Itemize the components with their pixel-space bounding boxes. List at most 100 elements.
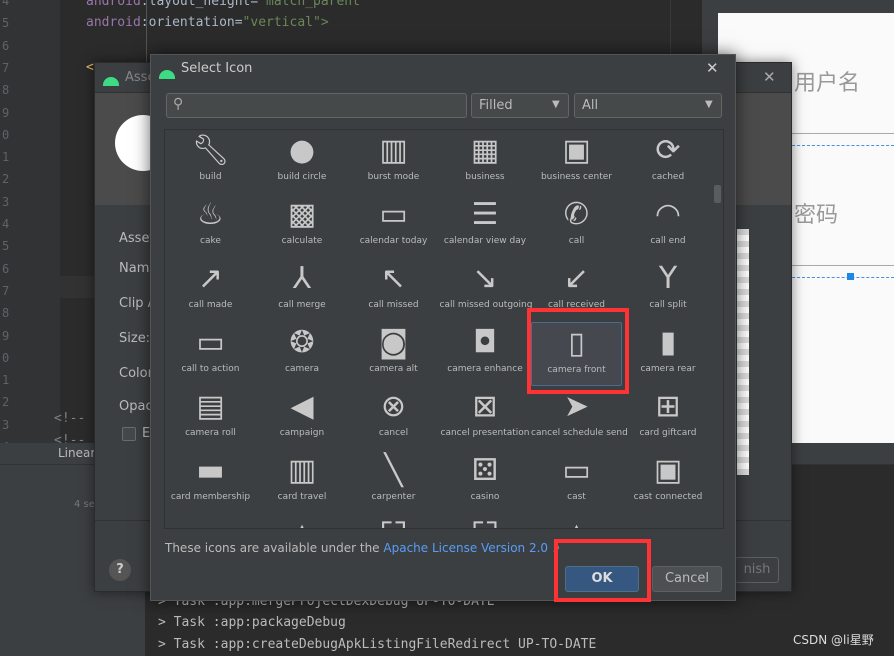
icon-cell[interactable]: ▭ call to action xyxy=(165,322,256,386)
icon-cell[interactable]: ▬ xyxy=(623,514,714,528)
cached-icon: ⟳ xyxy=(655,133,681,168)
icon-cell[interactable]: ▬ card membership xyxy=(165,450,256,514)
carpenter-icon: ╲ xyxy=(384,453,403,488)
resize-handle[interactable] xyxy=(847,273,854,280)
android-icon xyxy=(103,71,119,90)
code-line[interactable]: android:orientation="vertical"> xyxy=(86,15,329,30)
icon-cell[interactable]: ↘ call missed outgoing xyxy=(440,258,533,322)
breadcrumb-linear[interactable]: Linear xyxy=(58,446,95,460)
watermark: CSDN @li星野 xyxy=(793,633,874,647)
icon-cell[interactable]: ⊗ cancel xyxy=(348,386,439,450)
icon-grid[interactable]: 🔧︎ build ● build circle ▥ burst mode ▦ business… xyxy=(164,129,724,529)
card-travel-icon: ▥ xyxy=(287,453,317,488)
icon-cell[interactable]: Ycall split xyxy=(623,258,714,322)
style-dropdown[interactable]: Filled ▼ xyxy=(471,93,569,118)
close-icon[interactable]: ✕ xyxy=(763,68,776,86)
icon-cell[interactable]: 🔧︎ build xyxy=(165,130,256,194)
icon-cell[interactable]: ▩ calculate xyxy=(257,194,348,258)
icon-cell[interactable]: ☰ calendar view day xyxy=(440,194,531,258)
partial-icon: ▬ xyxy=(623,516,714,528)
icon-label: card travel xyxy=(277,492,327,502)
username-hint: 用户名 xyxy=(794,71,861,96)
icon-cell[interactable]: ▭ calendar today xyxy=(348,194,439,258)
license-link[interactable]: Apache License Version 2.0 xyxy=(383,541,548,555)
line-number: 3 xyxy=(2,194,10,209)
icon-label: cancel presentation xyxy=(440,428,530,438)
chevron-down-icon: ▼ xyxy=(552,99,560,110)
icon-cell[interactable]: ◀ campaign xyxy=(257,386,348,450)
icon-cell[interactable]: ↗ call made xyxy=(165,258,256,322)
line-number: 9 xyxy=(2,328,10,343)
icon-cell[interactable]: ⊞ card giftcard xyxy=(623,386,714,450)
icon-cell[interactable]: ◙ camera alt xyxy=(348,322,439,386)
icon-label: cast xyxy=(567,492,586,502)
icon-cell[interactable]: ▣ business center xyxy=(531,130,622,194)
icon-label: camera enhance xyxy=(447,364,523,374)
category-dropdown[interactable]: All ▼ xyxy=(574,93,722,118)
icon-cell[interactable]: ⊠ cancel presentation xyxy=(440,386,531,450)
icon-cell[interactable]: ▥ burst mode xyxy=(348,130,439,194)
icon-cell[interactable]: ⌜⌝ xyxy=(348,514,439,528)
icon-label: cancel xyxy=(378,428,409,438)
icon-cell[interactable]: ▣ cast connected xyxy=(623,450,714,514)
icon-cell[interactable]: ⟳ cached xyxy=(623,130,714,194)
business-center-icon: ▣ xyxy=(562,133,591,168)
help-button[interactable]: ? xyxy=(109,559,131,581)
icon-cell[interactable]: ⅄ call merge xyxy=(257,258,348,322)
icon-cell[interactable]: ▤ camera roll xyxy=(165,386,256,450)
partial-icon: ▭ xyxy=(165,516,256,528)
enable-checkbox[interactable] xyxy=(122,427,136,441)
icon-label: calculate xyxy=(281,236,323,246)
icon-cell[interactable]: ▲ xyxy=(257,514,348,528)
icon-cell[interactable]: ➤ cancel schedule send xyxy=(531,386,628,450)
icon-label: business center xyxy=(540,172,613,182)
scrollbar-thumb[interactable] xyxy=(714,185,721,203)
icon-cell[interactable]: ▭ cast xyxy=(531,450,622,514)
line-number: 1 xyxy=(2,150,10,165)
icon-label: campaign xyxy=(279,428,325,438)
line-number: 5 xyxy=(2,239,10,254)
icon-label: call to action xyxy=(181,364,240,374)
line-number: 0 xyxy=(2,350,10,365)
search-input[interactable]: ⚲ xyxy=(166,93,467,118)
icon-cell[interactable]: ▦ business xyxy=(440,130,531,194)
icon-cell[interactable]: ▭ xyxy=(165,514,256,528)
icon-label: camera rear xyxy=(640,364,696,374)
finish-button[interactable]: nish xyxy=(735,557,779,583)
icon-label: cancel schedule send xyxy=(531,428,628,438)
icon-cell[interactable]: ▥ card travel xyxy=(257,450,348,514)
cake-icon: ♨ xyxy=(197,197,224,232)
line-number: 4 xyxy=(2,0,10,8)
icon-cell[interactable]: ◘ camera enhance xyxy=(440,322,531,386)
icon-label: call split xyxy=(649,300,687,310)
icon-cell[interactable]: ⚄ casino xyxy=(440,450,531,514)
icon-cell[interactable]: ✆ call xyxy=(531,194,622,258)
line-number: 0 xyxy=(2,127,10,142)
icon-cell[interactable]: ◠ call end xyxy=(623,194,714,258)
icon-cell[interactable]: ▮ camera rear xyxy=(623,322,714,386)
calculate-icon: ▩ xyxy=(287,197,317,232)
icon-cell[interactable]: ❂ camera xyxy=(257,322,348,386)
call-end-icon: ◠ xyxy=(654,197,682,232)
icon-label: build circle xyxy=(277,172,327,182)
code-line[interactable]: android:layout_height="match_parent" xyxy=(86,0,368,9)
icon-cell[interactable]: ╲ carpenter xyxy=(348,450,439,514)
line-number: 9 xyxy=(2,105,10,120)
close-icon[interactable]: ✕ xyxy=(706,59,719,77)
calendar-view-day-icon: ☰ xyxy=(471,197,499,232)
icon-cell[interactable]: ▲ xyxy=(531,514,622,528)
icon-cell[interactable]: ↖ call missed xyxy=(348,258,439,322)
android-icon xyxy=(159,64,175,83)
icon-cell[interactable]: ⌜⌝ xyxy=(440,514,531,528)
build-line: > Task :app:createDebugApkListingFileRed… xyxy=(158,637,597,652)
dialog-title: Select Icon xyxy=(181,61,253,76)
camera-enhance-icon: ◘ xyxy=(473,325,497,360)
icon-cell[interactable]: ● build circle xyxy=(257,130,348,194)
line-number: 4 xyxy=(2,217,10,231)
casino-icon: ⚄ xyxy=(471,453,499,488)
camera-alt-icon: ◙ xyxy=(378,325,409,360)
campaign-icon: ◀ xyxy=(290,389,314,424)
cancel-icon: ⊗ xyxy=(380,389,407,424)
icon-cell[interactable]: ♨ cake xyxy=(165,194,256,258)
cancel-button[interactable]: Cancel xyxy=(652,566,722,592)
